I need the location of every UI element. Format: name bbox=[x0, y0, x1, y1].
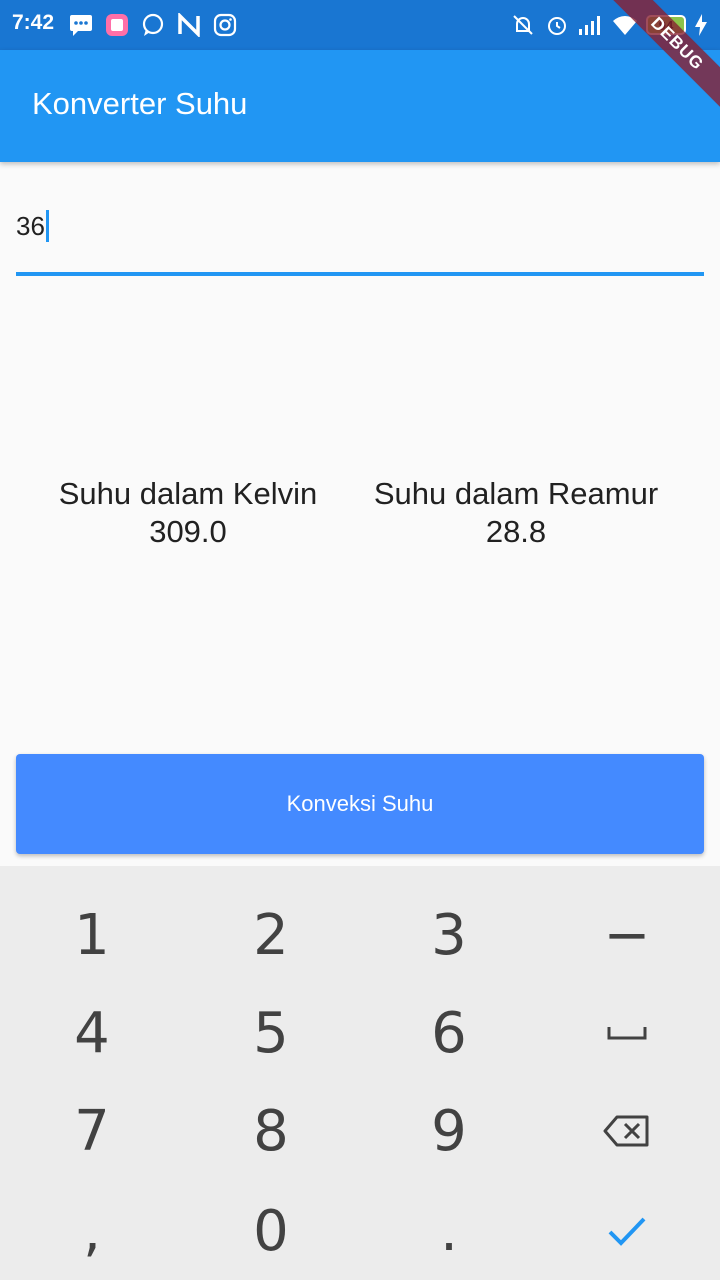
key-space[interactable] bbox=[537, 984, 717, 1082]
key-9[interactable]: 9 bbox=[359, 1082, 539, 1180]
key-7[interactable]: 7 bbox=[2, 1082, 182, 1180]
key-backspace[interactable] bbox=[537, 1082, 717, 1180]
n-app-icon bbox=[176, 12, 202, 38]
key-period[interactable]: . bbox=[359, 1182, 539, 1280]
status-bar: 7:42 94 bbox=[0, 0, 720, 50]
reamur-label: Suhu dalam Reamur bbox=[373, 476, 659, 511]
temperature-input[interactable]: 36 bbox=[16, 200, 704, 276]
key-4[interactable]: 4 bbox=[2, 984, 182, 1082]
key-3[interactable]: 3 bbox=[359, 886, 539, 984]
alarm-off-icon bbox=[510, 12, 536, 38]
notification-icons bbox=[68, 12, 238, 38]
signal-icon bbox=[578, 12, 604, 38]
backspace-icon bbox=[603, 1115, 649, 1147]
instagram-icon bbox=[212, 12, 238, 38]
kelvin-label: Suhu dalam Kelvin bbox=[58, 476, 318, 511]
check-icon bbox=[608, 1217, 646, 1246]
status-time: 7:42 bbox=[12, 11, 55, 34]
charging-icon bbox=[694, 12, 708, 38]
key-8[interactable]: 8 bbox=[181, 1082, 361, 1180]
reamur-value: 28.8 bbox=[485, 514, 547, 549]
app-bar: Konverter Suhu bbox=[0, 50, 720, 162]
key-2[interactable]: 2 bbox=[181, 886, 361, 984]
key-comma[interactable]: , bbox=[2, 1182, 182, 1280]
space-icon bbox=[607, 1027, 647, 1040]
key-1[interactable]: 1 bbox=[2, 886, 182, 984]
key-6[interactable]: 6 bbox=[359, 984, 539, 1082]
convert-button[interactable]: Konveksi Suhu bbox=[16, 754, 704, 854]
key-done[interactable] bbox=[537, 1182, 717, 1280]
app-icon bbox=[104, 12, 130, 38]
reamur-result: Suhu dalam Reamur 28.8 bbox=[356, 475, 676, 551]
key-minus[interactable]: − bbox=[537, 886, 717, 984]
kelvin-value: 309.0 bbox=[149, 514, 227, 549]
message-icon bbox=[68, 12, 94, 38]
alarm-icon bbox=[544, 12, 570, 38]
key-5[interactable]: 5 bbox=[181, 984, 361, 1082]
page-title: Konverter Suhu bbox=[32, 86, 248, 121]
input-text: 36 bbox=[16, 210, 45, 241]
numeric-keyboard: 1 2 3 − 4 5 6 7 8 9 , 0 . bbox=[0, 866, 720, 1280]
input-underline bbox=[16, 272, 704, 276]
key-0[interactable]: 0 bbox=[181, 1182, 361, 1280]
temperature-input-value[interactable]: 36 bbox=[16, 210, 49, 242]
text-cursor bbox=[45, 210, 49, 242]
whatsapp-icon bbox=[140, 12, 166, 38]
kelvin-result: Suhu dalam Kelvin 309.0 bbox=[28, 475, 348, 551]
